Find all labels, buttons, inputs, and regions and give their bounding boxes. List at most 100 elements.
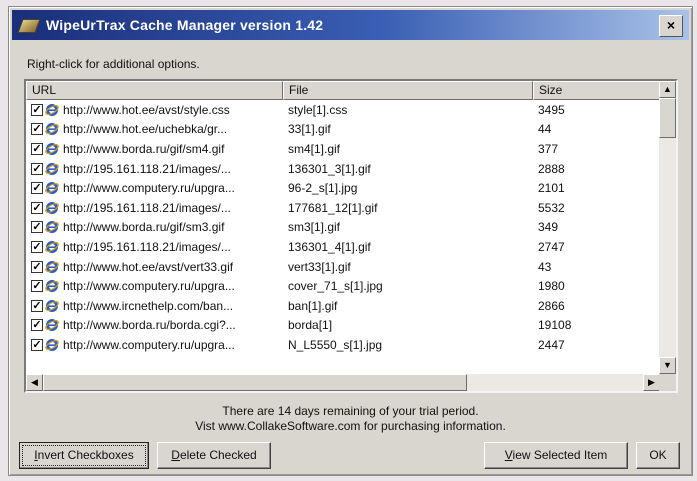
title-bar: WipeUrTrax Cache Manager version 1.42 × [12,10,689,40]
table-row[interactable]: ✓ http://www.hot.ee/uchebka/gr... 33[1].gi… [26,120,660,140]
checked-checkbox-icon[interactable]: ✓ [31,338,43,351]
internet-explorer-icon [45,201,59,214]
table-row[interactable]: ✓ http://195.161.118.21/images/... 136301_… [26,159,660,179]
checked-checkbox-icon[interactable]: ✓ [31,221,43,234]
close-button[interactable]: × [659,15,683,37]
url-cell: ✓ http://195.161.118.21/images/... [26,162,283,176]
url-cell: ✓ http://www.hot.ee/uchebka/gr... [26,122,283,136]
url-text: http://www.borda.ru/borda.cgi?... [63,318,236,333]
file-cell: 96-2_s[1].jpg [288,181,358,196]
url-cell: ✓ http://www.hot.ee/avst/style.css [26,103,283,117]
url-cell: ✓ http://www.computery.ru/upgra... [26,181,283,195]
size-cell: 1980 [538,279,565,294]
table-row[interactable]: ✓ http://www.computery.ru/upgra... cover_7… [26,276,660,296]
table-row[interactable]: ✓ http://www.borda.ru/borda.cgi?... borda[… [26,316,660,336]
file-cell: sm3[1].gif [288,220,341,235]
scrollbar-corner [659,374,676,391]
checked-checkbox-icon[interactable]: ✓ [31,299,43,312]
size-cell: 2101 [538,181,565,196]
size-cell: 5532 [538,200,565,215]
url-cell: ✓ http://www.hot.ee/avst/vert33.gif [26,260,283,274]
checked-checkbox-icon[interactable]: ✓ [31,280,43,293]
app-brush-icon [17,16,41,34]
url-text: http://www.borda.ru/gif/sm3.gif [63,220,225,235]
url-cell: ✓ http://195.161.118.21/images/... [26,240,283,254]
checked-checkbox-icon[interactable]: ✓ [31,142,43,155]
list-rows: ✓ http://www.hot.ee/avst/style.css style[1… [26,100,660,374]
list-header: URL File Size [26,81,660,100]
url-text: http://www.hot.ee/avst/style.css [63,102,230,117]
internet-explorer-icon [45,182,59,195]
file-cell: vert33[1].gif [288,259,351,274]
scroll-right-arrow-icon[interactable]: ▶ [643,374,660,391]
scroll-left-arrow-icon[interactable]: ◀ [26,374,43,391]
url-text: http://www.ircnethelp.com/ban... [63,298,234,313]
right-click-hint: Right-click for additional options. [27,57,200,71]
url-text: http://195.161.118.21/images/... [63,200,231,215]
url-text: http://195.161.118.21/images/... [63,239,231,254]
file-cell: borda[1] [288,318,333,333]
url-cell: ✓ http://195.161.118.21/images/... [26,201,283,215]
url-text: http://www.hot.ee/uchebka/gr... [63,122,228,137]
table-row[interactable]: ✓ http://www.computery.ru/upgra... N_L5550… [26,335,660,355]
checked-checkbox-icon[interactable]: ✓ [31,240,43,253]
url-cell: ✓ http://www.borda.ru/borda.cgi?... [26,318,283,332]
checked-checkbox-icon[interactable]: ✓ [31,182,43,195]
table-row[interactable]: ✓ http://www.hot.ee/avst/vert33.gif vert33… [26,257,660,277]
vertical-scrollbar[interactable]: ▲ ▼ [659,81,676,374]
size-cell: 2747 [538,239,565,254]
checked-checkbox-icon[interactable]: ✓ [31,319,43,332]
table-row[interactable]: ✓ http://www.borda.ru/gif/sm4.gif sm4[1].g… [26,139,660,159]
internet-explorer-icon [45,280,59,293]
checked-checkbox-icon[interactable]: ✓ [31,123,43,136]
file-cell: 33[1].gif [288,122,331,137]
file-cell: ban[1].gif [288,298,338,313]
size-cell: 2866 [538,298,565,313]
view-selected-item-button[interactable]: View Selected Item [484,442,628,469]
scroll-down-arrow-icon[interactable]: ▼ [659,357,676,374]
url-cell: ✓ http://www.borda.ru/gif/sm3.gif [26,220,283,234]
vertical-scroll-thumb[interactable] [659,98,676,138]
checked-checkbox-icon[interactable]: ✓ [31,162,43,175]
cache-list[interactable]: URL File Size ✓ http://www.hot.ee/avst/st… [24,79,678,393]
column-header-size[interactable]: Size [533,81,660,100]
internet-explorer-icon [45,162,59,175]
url-text: http://www.computery.ru/upgra... [63,337,235,352]
delete-accel: D [171,448,180,462]
file-cell: 136301_4[1].gif [288,239,371,254]
window-title: WipeUrTrax Cache Manager version 1.42 [46,17,324,33]
checked-checkbox-icon[interactable]: ✓ [31,260,43,273]
file-cell: style[1].css [288,102,348,117]
checked-checkbox-icon[interactable]: ✓ [31,201,43,214]
horizontal-scrollbar[interactable]: ◀ ▶ [26,374,660,391]
table-row[interactable]: ✓ http://www.computery.ru/upgra... 96-2_s[… [26,178,660,198]
table-row[interactable]: ✓ http://www.ircnethelp.com/ban... ban[1].… [26,296,660,316]
file-cell: cover_71_s[1].jpg [288,279,383,294]
column-header-file[interactable]: File [283,81,533,100]
size-cell: 3495 [538,102,565,117]
table-row[interactable]: ✓ http://www.borda.ru/gif/sm3.gif sm3[1].g… [26,218,660,238]
purchase-info-text: Vist www.CollakeSoftware.com for purchas… [195,419,506,433]
delete-label: elete Checked [179,448,257,462]
checked-checkbox-icon[interactable]: ✓ [31,103,43,116]
size-cell: 19108 [538,318,572,333]
cache-manager-window: WipeUrTrax Cache Manager version 1.42 × … [8,6,693,476]
file-cell: 136301_3[1].gif [288,161,371,176]
invert-checkboxes-button[interactable]: Invert Checkboxes [19,442,149,469]
table-row[interactable]: ✓ http://www.hot.ee/avst/style.css style[1… [26,100,660,120]
invert-label: nvert Checkboxes [37,448,134,462]
ok-button[interactable]: OK [636,442,680,469]
trial-days-text: There are 14 days remaining of your tria… [222,404,479,418]
view-accel: V [504,448,513,462]
table-row[interactable]: ✓ http://195.161.118.21/images/... 136301_… [26,237,660,257]
horizontal-scroll-thumb[interactable] [43,374,467,391]
scroll-up-arrow-icon[interactable]: ▲ [659,81,676,98]
url-cell: ✓ http://www.ircnethelp.com/ban... [26,299,283,313]
table-row[interactable]: ✓ http://195.161.118.21/images/... 177681_… [26,198,660,218]
url-text: http://www.hot.ee/avst/vert33.gif [63,259,234,274]
internet-explorer-icon [45,103,59,116]
delete-checked-button[interactable]: Delete Checked [157,442,271,469]
internet-explorer-icon [45,240,59,253]
file-cell: sm4[1].gif [288,141,341,156]
column-header-url[interactable]: URL [26,81,283,100]
